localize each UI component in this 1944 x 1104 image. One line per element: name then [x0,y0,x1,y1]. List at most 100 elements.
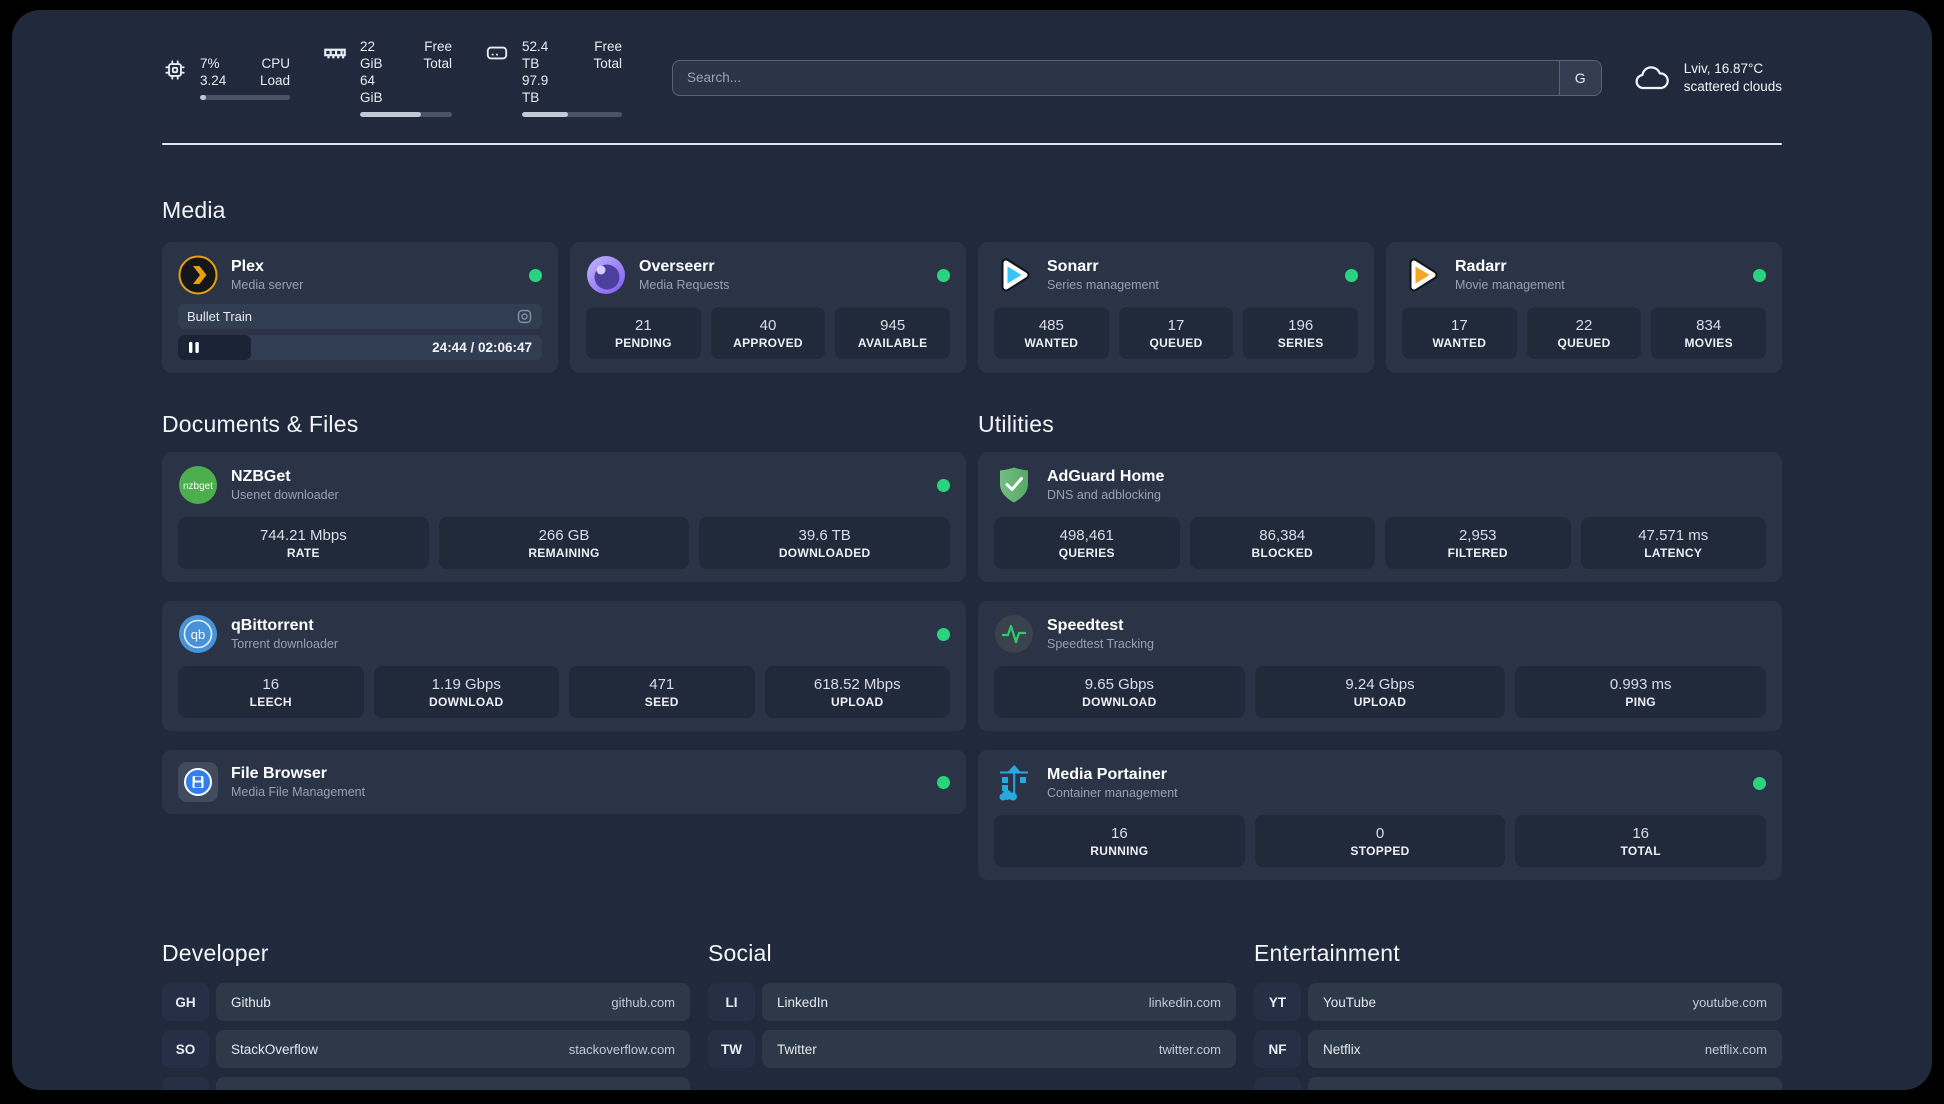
link-url: stackoverflow.com [568,1041,675,1057]
search-engine-button[interactable]: G [1558,60,1601,95]
app-name: Overseerr [639,257,715,275]
stat-box: 266 GB REMAINING [438,517,690,569]
link-badge: LI [708,983,755,1021]
app-subtitle: Media Requests [639,277,730,292]
status-dot [937,775,950,789]
nzbget-logo-icon: nzbget [178,465,218,505]
stat-box: 16 TOTAL [1515,815,1767,867]
link-badge: NF [1254,1030,1301,1068]
app-name: Speedtest [1047,616,1124,634]
stat-box: 22 QUEUED [1526,307,1642,359]
playback-progress-bar[interactable]: 24:44 / 02:06:47 [178,335,542,360]
app-subtitle: Speedtest Tracking [1047,636,1155,651]
stat-box: 0 STOPPED [1254,815,1506,867]
link-row-stackoverflow[interactable]: SO StackOverflow stackoverflow.com [162,1030,690,1068]
ram-free-value: 22 GiB [360,39,383,71]
overseerr-logo-icon [586,255,626,295]
dashboard-surface: 7% 3.24 CPU Load 22 GiB 64 GiB Free Tota… [12,10,1932,1090]
plex-logo-icon [178,255,218,295]
stat-box: 485 WANTED [994,307,1109,359]
status-dot [937,627,950,641]
disk-free-value: 52.4 TB [522,39,549,71]
app-name: Media Portainer [1047,765,1168,783]
system-stat-cpu: 7% 3.24 CPU Load [162,55,290,100]
stat-box: 40 APPROVED [710,307,826,359]
app-card-filebrowser[interactable]: File Browser Media File Management [162,750,966,814]
section-title-social: Social [708,940,772,966]
app-card-speedtest[interactable]: Speedtest Speedtest Tracking 9.65 Gbps DO… [978,601,1782,731]
app-subtitle: Media server [231,277,304,292]
camera-icon[interactable] [516,308,533,325]
status-dot [1345,268,1358,282]
app-card-portainer[interactable]: Media Portainer Container management 16 R… [978,750,1782,880]
link-row-netflix[interactable]: NF Netflix netflix.com [1254,1030,1782,1068]
app-subtitle: Usenet downloader [231,487,339,502]
link-row-dev[interactable]: DT DEV dev.to [162,1077,690,1090]
top-bar: 7% 3.24 CPU Load 22 GiB 64 GiB Free Tota… [162,10,1782,117]
link-url: youtube.com [1692,994,1767,1010]
now-playing-title: Bullet Train [187,309,253,324]
link-row-twitter[interactable]: TW Twitter twitter.com [708,1030,1236,1068]
status-dot [937,268,950,282]
status-dot [1753,268,1766,282]
status-dot [937,478,950,492]
app-name: Radarr [1455,257,1507,275]
link-name: Twitter [777,1041,817,1057]
link-name: Netflix [1323,1041,1361,1057]
link-url: linkedin.com [1148,994,1221,1010]
link-badge: SO [162,1030,209,1068]
ram-progress-bar [360,112,452,117]
section-title-entertainment: Entertainment [1254,940,1400,966]
system-stat-disk: 52.4 TB 97.9 TB Free Total [484,38,622,117]
cpu-icon [162,57,188,83]
stat-box: 744.21 Mbps RATE [178,517,429,569]
link-row-reddit[interactable]: RE Reddit reddit.com [1254,1077,1782,1090]
weather-widget: Lviv, 16.87°C scattered clouds [1632,60,1782,96]
app-card-sonarr[interactable]: Sonarr Series management 485 WANTED 17 QUE… [978,242,1374,373]
app-card-plex[interactable]: Plex Media server Bullet Train 24:44 / 0… [162,242,558,373]
weather-condition: scattered clouds [1683,78,1782,94]
portainer-logo-icon [994,763,1034,803]
link-url: netflix.com [1704,1041,1767,1057]
pause-icon[interactable] [188,341,200,354]
link-name: Reddit [1323,1089,1362,1091]
disk-progress-bar [522,112,622,117]
radarr-logo-icon [1402,255,1442,295]
link-row-youtube[interactable]: YT YouTube youtube.com [1254,983,1782,1021]
search-input[interactable] [673,60,1559,95]
svg-text:qb: qb [191,627,205,642]
stat-box: 618.52 Mbps UPLOAD [764,666,950,718]
app-name: AdGuard Home [1047,467,1165,485]
app-subtitle: Movie management [1455,277,1565,292]
link-row-linkedin[interactable]: LI LinkedIn linkedin.com [708,983,1236,1021]
stat-box: 17 WANTED [1402,307,1517,359]
stat-box: 498,461 QUERIES [994,517,1180,569]
app-card-adguard[interactable]: AdGuard Home DNS and adblocking 498,461 Q… [978,452,1782,582]
cpu-load-label: Load [259,73,290,88]
link-badge: YT [1254,983,1301,1021]
app-card-qbittorrent[interactable]: qb qBittorrent Torrent downloader 16 LEEC… [162,601,966,731]
stat-box: 16 LEECH [178,666,364,718]
stat-box: 47.571 ms LATENCY [1580,517,1766,569]
section-title-documents: Documents & Files [162,411,359,437]
section-title-utilities: Utilities [978,411,1054,437]
stat-box: 16 RUNNING [994,815,1245,867]
section-title-developer: Developer [162,940,269,966]
disk-icon [484,40,510,66]
stat-box: 21 PENDING [586,307,701,359]
stat-box: 1.19 Gbps DOWNLOAD [373,666,559,718]
app-card-nzbget[interactable]: nzbget NZBGet Usenet downloader 744.21 M… [162,452,966,582]
link-url: twitter.com [1158,1041,1221,1057]
ram-total-value: 64 GiB [360,73,383,105]
app-subtitle: DNS and adblocking [1047,487,1161,502]
link-name: Github [231,994,271,1010]
link-badge: TW [708,1030,755,1068]
app-card-radarr[interactable]: Radarr Movie management 17 WANTED 22 QUEUE… [1386,242,1782,373]
app-name: Plex [231,257,264,275]
system-stat-ram: 22 GiB 64 GiB Free Total [322,38,452,117]
app-name: NZBGet [231,467,291,485]
link-badge: GH [162,983,209,1021]
stat-box: 9.24 Gbps UPLOAD [1254,666,1506,718]
link-row-github[interactable]: GH Github github.com [162,983,690,1021]
app-card-overseerr[interactable]: Overseerr Media Requests 21 PENDING 40 APP… [570,242,966,373]
